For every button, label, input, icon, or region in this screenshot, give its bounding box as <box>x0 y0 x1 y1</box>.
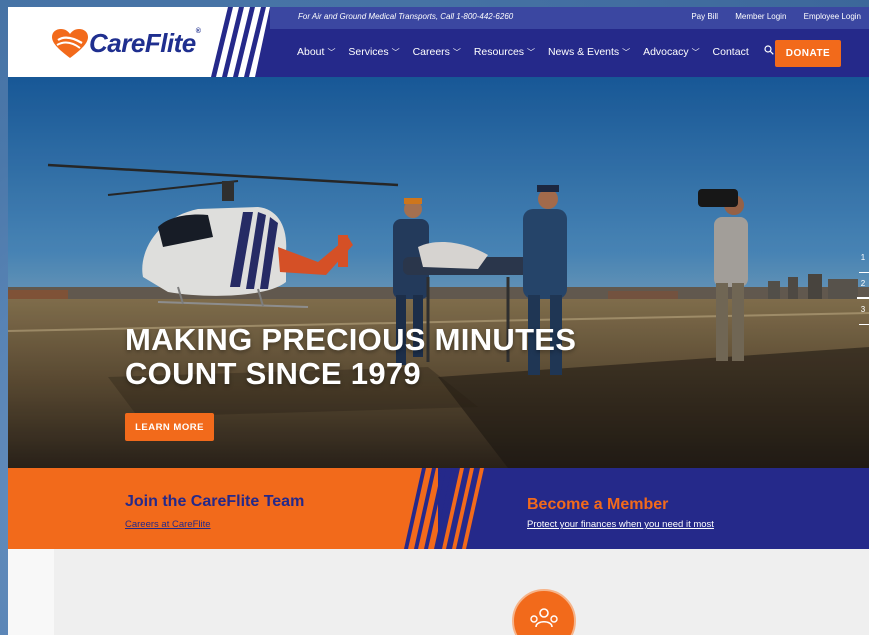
call-text: For Air and Ground Medical Transports, C… <box>298 12 514 21</box>
header-stripes-decoration <box>211 7 276 77</box>
chevron-down-icon: ﹀ <box>691 48 700 57</box>
slide-2-indicator[interactable]: 2 <box>857 279 869 305</box>
promo-band: Join the CareFlite Team Careers at CareF… <box>8 468 869 549</box>
careers-promo-title: Join the CareFlite Team <box>125 493 305 510</box>
chevron-down-icon: ﹀ <box>527 48 536 57</box>
hero-banner: MAKING PRECIOUS MINUTES COUNT SINCE 1979… <box>8 77 869 468</box>
member-login-link[interactable]: Member Login <box>735 12 786 21</box>
brand-name: CareFlite® <box>89 28 201 58</box>
side-gutter <box>8 549 54 635</box>
slide-1-indicator[interactable]: 1 <box>857 253 869 279</box>
promo-stripes-decoration <box>404 468 484 549</box>
membership-promo-title: Become a Member <box>527 496 669 513</box>
pay-bill-link[interactable]: Pay Bill <box>691 12 718 21</box>
careers-link[interactable]: Careers at CareFlite <box>125 519 211 530</box>
slide-3-indicator[interactable]: 3 <box>857 305 869 331</box>
utility-bar: For Air and Ground Medical Transports, C… <box>270 7 869 29</box>
chevron-down-icon: ﹀ <box>327 48 336 57</box>
employee-login-link[interactable]: Employee Login <box>804 12 861 21</box>
logo-link[interactable]: CareFlite® <box>8 7 223 77</box>
utility-links: Pay Bill Member Login Employee Login <box>676 12 861 21</box>
site-header: CareFlite® For Air and Ground Medical Tr… <box>8 7 869 77</box>
website-page: CareFlite® For Air and Ground Medical Tr… <box>8 7 869 635</box>
hero-photo <box>8 77 869 468</box>
chevron-down-icon: ﹀ <box>391 48 400 57</box>
nav-contact[interactable]: Contact <box>713 46 749 58</box>
main-navigation: About ﹀ Services ﹀ Careers ﹀ Resources ﹀ New… <box>270 29 869 77</box>
hero-headline-line-1: MAKING PRECIOUS MINUTES <box>125 322 577 357</box>
chevron-down-icon: ﹀ <box>452 48 461 57</box>
search-icon[interactable] <box>764 45 774 58</box>
nav-careers[interactable]: Careers ﹀ <box>413 46 461 58</box>
hero-headline-line-2: COUNT SINCE 1979 <box>125 356 421 391</box>
nav-about[interactable]: About ﹀ <box>297 46 335 58</box>
nav-services[interactable]: Services ﹀ <box>348 46 399 58</box>
community-icon <box>512 589 576 635</box>
slider-pagination: 1 2 3 <box>857 253 869 331</box>
hero-headline: MAKING PRECIOUS MINUTES COUNT SINCE 1979 <box>125 323 576 391</box>
nav-resources[interactable]: Resources ﹀ <box>474 46 535 58</box>
content-section <box>8 549 869 635</box>
learn-more-button[interactable]: LEARN MORE <box>125 413 214 441</box>
nav-advocacy[interactable]: Advocacy ﹀ <box>643 46 700 58</box>
donate-button[interactable]: DONATE <box>775 40 841 67</box>
nav-news-events[interactable]: News & Events ﹀ <box>548 46 630 58</box>
registered-mark: ® <box>195 28 201 35</box>
careflite-heart-logo-icon <box>52 29 88 58</box>
chevron-down-icon: ﹀ <box>622 48 631 57</box>
membership-link[interactable]: Protect your finances when you need it m… <box>527 519 714 530</box>
